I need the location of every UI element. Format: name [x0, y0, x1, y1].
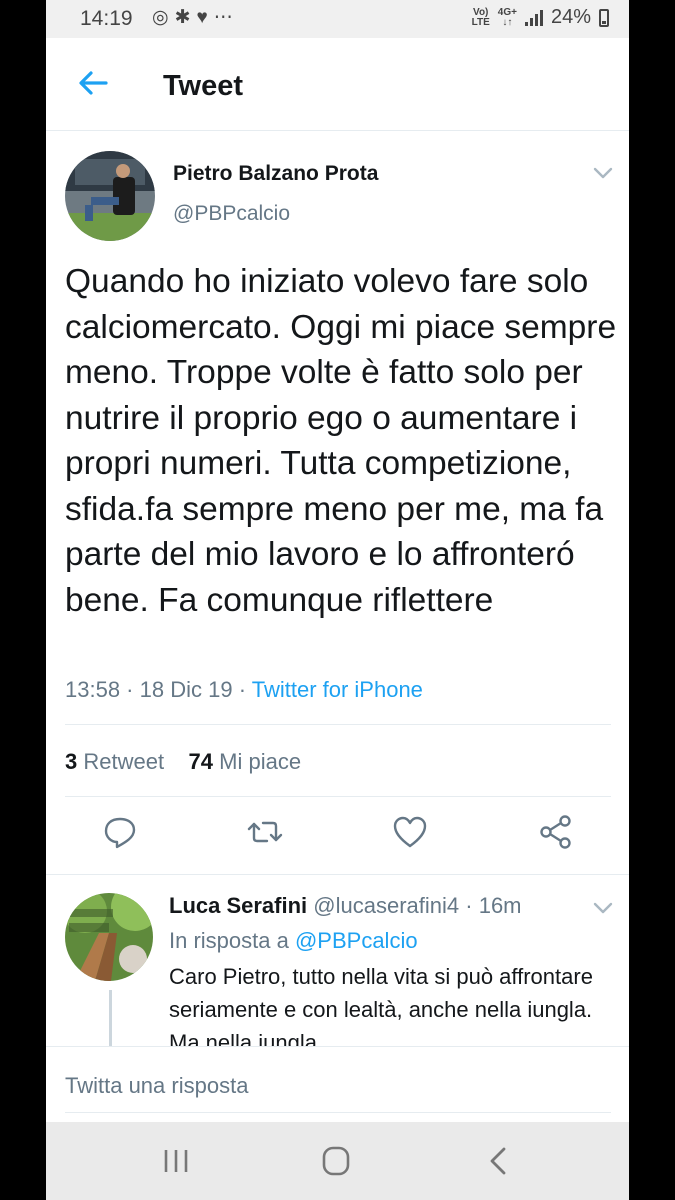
- tweet-text: Quando ho iniziato volevo fare solo calc…: [65, 263, 617, 619]
- thread-line: [109, 990, 112, 1046]
- retweet-label: Retweet: [83, 749, 165, 774]
- page-title: Tweet: [163, 70, 244, 102]
- back-icon[interactable]: [480, 1144, 520, 1178]
- retweet-icon[interactable]: [245, 812, 285, 852]
- reply-avatar-image: [65, 893, 153, 981]
- author-photo: [65, 151, 155, 241]
- notification-icons: ◎✱♥⋯: [152, 6, 239, 29]
- status-time: 14:19: [80, 7, 133, 30]
- in-reply-to: In risposta a @PBPcalcio: [169, 928, 418, 954]
- section-divider: [46, 874, 629, 875]
- network-icon: Vo) LTE: [471, 6, 490, 28]
- retweets-link[interactable]: 3 Retweet: [65, 749, 164, 774]
- signal-icon: [524, 9, 543, 26]
- in-reply-handle-link[interactable]: @PBPcalcio: [295, 928, 418, 953]
- divider: [65, 796, 611, 797]
- author-handle[interactable]: @PBPcalcio: [173, 202, 290, 226]
- tweet-counts: 3 Retweet 74 Mi piace: [65, 749, 301, 775]
- author-avatar[interactable]: [65, 151, 155, 241]
- likes-link[interactable]: 74 Mi piace: [189, 749, 302, 774]
- instagram-icon: ◎: [152, 7, 175, 28]
- tweet-source-link[interactable]: Twitter for iPhone: [252, 677, 423, 702]
- like-heart-icon[interactable]: [390, 812, 430, 852]
- twitter-icon: ♥: [196, 7, 214, 28]
- tweet-actions: [46, 812, 629, 860]
- chevron-down-icon[interactable]: [592, 166, 614, 180]
- author-name[interactable]: Pietro Balzano Prota: [173, 162, 378, 186]
- tweet-date: 18 Dic 19: [139, 677, 233, 702]
- system-nav-bar: [46, 1122, 629, 1200]
- reply-avatar[interactable]: [65, 893, 153, 981]
- reply-author-name: Luca Serafini: [169, 893, 308, 918]
- app-header: Tweet: [46, 38, 629, 131]
- divider: [65, 724, 611, 725]
- battery-percent: 24%: [550, 6, 591, 28]
- recent-apps-icon[interactable]: [156, 1144, 196, 1178]
- back-arrow-icon[interactable]: [76, 66, 110, 100]
- settings-icon: ✱: [174, 7, 197, 28]
- 4g-icon: 4G+ ↓↑: [497, 6, 517, 28]
- battery-icon: [599, 8, 609, 27]
- reply-author[interactable]: Luca Serafini @lucaserafini4 · 16m: [169, 893, 522, 919]
- retweet-count: 3: [65, 749, 78, 774]
- reply-age: · 16m: [465, 893, 522, 918]
- status-right: Vo) LTE 4G+ ↓↑ 24%: [472, 6, 609, 29]
- reply-icon[interactable]: [100, 812, 140, 852]
- chevron-down-icon[interactable]: [592, 901, 614, 915]
- reply-composer[interactable]: Twitta una risposta: [46, 1046, 629, 1123]
- like-count: 74: [188, 749, 214, 774]
- share-icon[interactable]: [536, 812, 576, 852]
- reply-text: Caro Pietro, tutto nella vita si può aff…: [169, 964, 593, 1048]
- more-icon: ⋯: [213, 7, 239, 28]
- reply-author-handle: @lucaserafini4: [313, 893, 460, 918]
- tweet-meta: 13:58 · 18 Dic 19 · Twitter for iPhone: [65, 677, 423, 702]
- status-bar: 14:19 ◎✱♥⋯ Vo) LTE 4G+ ↓↑ 24%: [46, 0, 629, 38]
- home-icon[interactable]: [316, 1144, 356, 1178]
- reply-input[interactable]: Twitta una risposta: [65, 1073, 248, 1099]
- phone-screen: 14:19 ◎✱♥⋯ Vo) LTE 4G+ ↓↑ 24% Tweet Piet…: [46, 0, 629, 1200]
- in-reply-prefix: In risposta a: [169, 928, 289, 953]
- tweet-time: 13:58: [65, 677, 121, 702]
- like-label: Mi piace: [219, 749, 302, 774]
- composer-underline: [65, 1112, 611, 1113]
